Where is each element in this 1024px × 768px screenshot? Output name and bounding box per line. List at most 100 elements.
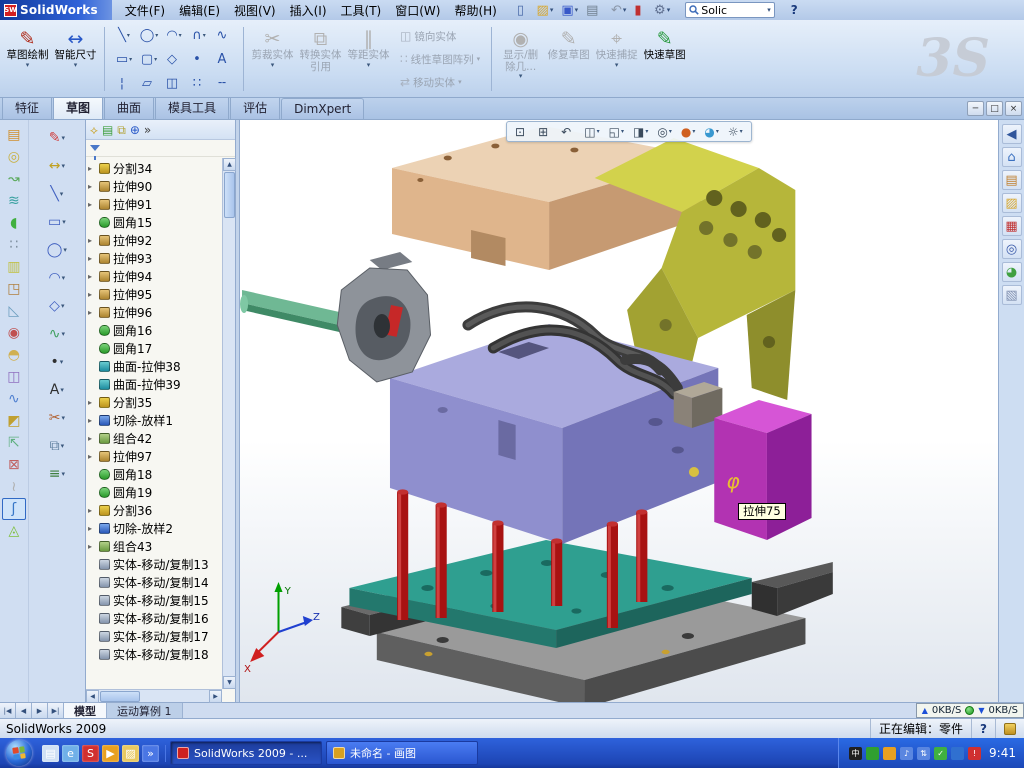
dropdown-arrow-icon[interactable]: ▾ (61, 470, 65, 478)
dropdown-arrow-icon[interactable]: ▾ (74, 62, 78, 69)
feature-tree-item[interactable]: ▸ 实体-移动/复制15 (88, 591, 222, 609)
feature-tree-item[interactable]: ▸ 曲面-拉伸38 (88, 357, 222, 375)
search-box[interactable]: ▾ (685, 2, 775, 18)
spline-tool-icon[interactable]: ∿ ▾ (212, 24, 236, 47)
dropdown-arrow-icon[interactable]: ▾ (61, 302, 65, 310)
arc-tool-icon[interactable]: ◠ ▾ (162, 24, 186, 47)
graphics-viewport[interactable]: φ Y X Z ⊡ ▾ (240, 120, 998, 702)
wrap-icon[interactable]: ◬ (2, 520, 26, 542)
view-settings-icon[interactable]: ☼ ▾ (725, 123, 746, 140)
ribbon-button[interactable]: ✎ 修复草图 ▾ (545, 23, 592, 95)
dropdown-arrow-icon[interactable]: ▾ (61, 330, 65, 338)
feature-tree-item[interactable]: ▸ 拉伸96 (88, 303, 222, 321)
construction-tool-icon[interactable]: ╌ ▾ (212, 72, 236, 95)
collapse-chevron-icon[interactable]: ◀ (1002, 124, 1022, 144)
alert-icon[interactable]: ! (968, 747, 981, 760)
rectangle-flyout-icon[interactable]: ▭ ▾ (37, 208, 77, 236)
feature-tree-item[interactable]: ▸ 拉伸92 (88, 231, 222, 249)
feature-tree-item[interactable]: ▸ 实体-移动/复制14 (88, 573, 222, 591)
apply-scene-icon[interactable]: ◕ ▾ (701, 123, 722, 140)
ime-icon[interactable]: 中 (849, 747, 862, 760)
messenger-icon[interactable] (951, 747, 964, 760)
more-chevron-icon[interactable]: » (142, 745, 159, 762)
curve-icon[interactable]: ∿ (2, 388, 26, 410)
home-icon[interactable]: ⌂ (1002, 147, 1022, 167)
text-flyout-icon[interactable]: A ▾ (37, 376, 77, 404)
menu-item[interactable]: 视图(V) (227, 0, 283, 21)
network-icon[interactable]: ⇅ (917, 747, 930, 760)
ribbon-button[interactable]: ◉ 显示/删除几... ▾ (497, 23, 544, 95)
draft-icon[interactable]: ◺ (2, 300, 26, 322)
circle-flyout-icon[interactable]: ◯ ▾ (37, 236, 77, 264)
new-document-icon[interactable]: ▯ ▾ (514, 1, 532, 19)
dropdown-arrow-icon[interactable]: ▾ (62, 274, 66, 282)
media-player-icon[interactable]: ▶ (102, 745, 119, 762)
ribbon-button[interactable]: ⧉ 转换实体引用 ▾ (297, 23, 344, 95)
panel-chevron-icon[interactable]: » (144, 124, 151, 136)
scroll-up-icon[interactable]: ▲ (223, 158, 236, 171)
menu-item[interactable]: 编辑(E) (172, 0, 227, 21)
feature-tree-item[interactable]: ▸ 圆角15 (88, 213, 222, 231)
ribbon-button[interactable]: ✎ 草图绘制 ▾ (4, 23, 51, 95)
dropdown-arrow-icon[interactable]: ▾ (60, 386, 64, 394)
ribbon-button[interactable]: ✂ 剪裁实体 ▾ (249, 23, 296, 95)
menu-item[interactable]: 工具(T) (334, 0, 389, 21)
expand-arrow-icon[interactable]: ▸ (88, 236, 96, 245)
feature-tree-item[interactable]: ▸ 拉伸91 (88, 195, 222, 213)
scroll-down-icon[interactable]: ▼ (223, 676, 236, 689)
feature-tree-item[interactable]: ▸ 实体-移动/复制17 (88, 627, 222, 645)
show-desktop-icon[interactable]: ▤ (42, 745, 59, 762)
expand-arrow-icon[interactable]: ▸ (88, 398, 96, 407)
slot-tool-icon[interactable]: ▢ ▾ (137, 48, 161, 71)
scroll-right-icon[interactable]: ▶ (209, 690, 222, 703)
edit-appearance-icon[interactable]: ● ▾ (678, 123, 699, 140)
expand-arrow-icon[interactable]: ▸ (88, 308, 96, 317)
commandmanager-tab[interactable]: 特征 (2, 95, 52, 119)
feature-tree-item[interactable]: ▸ 圆角18 (88, 465, 222, 483)
ribbon-button[interactable]: ⇄ 移动实体 ▾ (396, 72, 484, 93)
ribbon-button[interactable]: ◫ 镜向实体 ▾ (396, 26, 484, 47)
document-tab[interactable]: 运动算例 1 (107, 703, 183, 718)
expand-arrow-icon[interactable]: ▸ (88, 290, 96, 299)
dropdown-arrow-icon[interactable]: ▾ (61, 442, 65, 450)
rectangle-tool-icon[interactable]: ▭ ▾ (112, 48, 136, 71)
feature-tree-item[interactable]: ▸ 分割35 (88, 393, 222, 411)
feature-tree-item[interactable]: ▸ 拉伸90 (88, 177, 222, 195)
rib-icon[interactable]: ▥ (2, 256, 26, 278)
view-orientation-icon[interactable]: ◱ ▾ (606, 123, 627, 140)
document-tab[interactable]: 模型 (64, 703, 107, 718)
tree-horizontal-scrollbar[interactable]: ◀ ▶ (86, 689, 222, 702)
dropdown-arrow-icon[interactable]: ▾ (61, 162, 65, 170)
appearances-icon[interactable]: ◕ (1002, 262, 1022, 282)
expand-arrow-icon[interactable]: ▸ (88, 254, 96, 263)
taskbar-task-button[interactable]: 未命名 - 画图 (326, 741, 478, 765)
expand-arrow-icon[interactable]: ▸ (88, 182, 96, 191)
commandmanager-tab[interactable]: 评估 (230, 95, 280, 119)
dropdown-arrow-icon[interactable]: ▾ (477, 55, 481, 63)
volume-icon[interactable]: ♪ (900, 747, 913, 760)
feature-tree-item[interactable]: ▸ 组合43 (88, 537, 222, 555)
start-button[interactable] (6, 740, 32, 766)
polygon-tool-icon[interactable]: ◇ ▾ (162, 48, 186, 71)
feature-tree-item[interactable]: ▸ 圆角16 (88, 321, 222, 339)
configurationmanager-tab-icon[interactable]: ⧉ (117, 124, 126, 136)
featuremanager-tab-icon[interactable]: ⟡ (90, 124, 98, 136)
previous-view-icon[interactable]: ↶ ▾ (558, 123, 578, 140)
extrude-icon[interactable]: ▤ (2, 124, 26, 146)
feature-tree-item[interactable]: ▸ 圆角17 (88, 339, 222, 357)
dropdown-arrow-icon[interactable]: ▾ (367, 62, 371, 69)
zoom-fit-icon[interactable]: ⊡ ▾ (512, 123, 532, 140)
search-icon[interactable]: ◎ (1002, 239, 1022, 259)
taskbar-task-button[interactable]: SolidWorks 2009 - ... (170, 741, 322, 765)
shell-icon[interactable]: ◳ (2, 278, 26, 300)
menu-item[interactable]: 窗口(W) (388, 0, 447, 21)
commandmanager-tab[interactable]: 模具工具 (155, 95, 229, 119)
solidworks-quicklaunch-icon[interactable]: S (82, 745, 99, 762)
feature-tree-item[interactable]: ▸ 拉伸97 (88, 447, 222, 465)
feature-tree-item[interactable]: ▸ 拉伸94 (88, 267, 222, 285)
text-tool-icon[interactable]: A ▾ (212, 48, 236, 71)
model-clamp-part[interactable] (240, 252, 431, 382)
custom-properties-icon[interactable]: ▧ (1002, 285, 1022, 305)
zoom-area-icon[interactable]: ⊞ ▾ (535, 123, 555, 140)
hole-wizard-icon[interactable]: ◉ (2, 322, 26, 344)
